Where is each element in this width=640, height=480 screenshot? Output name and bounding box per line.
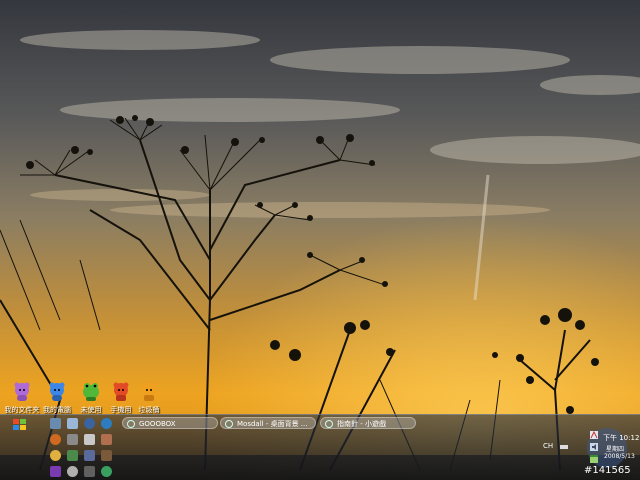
quick-launch-app-icon[interactable] <box>101 466 112 477</box>
quick-launch-app-icon[interactable] <box>50 466 61 477</box>
quick-launch-app-icon[interactable] <box>101 418 112 429</box>
network-icon[interactable] <box>589 430 599 440</box>
browser-icon <box>225 420 233 428</box>
clock-time[interactable]: 下午 10:12 <box>603 433 639 443</box>
quick-launch-app-icon[interactable] <box>67 466 78 477</box>
game-icon <box>325 420 333 428</box>
taskbar-button-browser[interactable]: Mosdall - 桌面背景 ... <box>220 417 316 429</box>
desktop-icon-recycle-bin[interactable]: 垃圾桶 <box>129 382 169 415</box>
quick-launch-app-icon[interactable] <box>101 450 112 461</box>
image-watermark: #141565 <box>584 465 631 476</box>
quick-launch-app-icon[interactable] <box>101 434 112 445</box>
quick-launch-app-icon[interactable] <box>50 434 61 445</box>
clock-weekday: 星期四 <box>606 446 625 453</box>
purple-bear-icon <box>14 382 30 401</box>
quick-launch-app-icon[interactable] <box>50 450 61 461</box>
keyboard-icon[interactable] <box>560 445 568 449</box>
green-frog-icon <box>83 383 99 401</box>
orange-bear-icon <box>141 382 157 401</box>
taskbar-button-label: 指南針 - 小遊戲 <box>337 420 386 428</box>
quick-launch-app-icon[interactable] <box>50 418 61 429</box>
calendar-icon[interactable] <box>589 454 599 464</box>
window-icon <box>127 420 135 428</box>
blue-bear-icon <box>49 382 65 401</box>
quick-launch-app-icon[interactable] <box>84 418 95 429</box>
taskbar-button-game[interactable]: 指南針 - 小遊戲 <box>320 417 416 429</box>
language-indicator[interactable]: CH <box>543 442 553 450</box>
quick-launch-app-icon[interactable] <box>84 450 95 461</box>
quick-launch-app-icon[interactable] <box>84 434 95 445</box>
quick-launch-app-icon[interactable] <box>84 466 95 477</box>
taskbar-button-label: GOOOBOX <box>139 420 176 428</box>
clock-date: 2008/5/13 <box>604 453 635 460</box>
desktop-icon-my-documents[interactable]: 我的文件夹 <box>2 382 42 415</box>
taskbar-button-gooobox[interactable]: GOOOBOX <box>122 417 218 429</box>
quick-launch-app-icon[interactable] <box>67 434 78 445</box>
taskbar-button-label: Mosdall - 桌面背景 ... <box>237 420 308 428</box>
red-bear-icon <box>113 382 129 401</box>
quick-launch-app-icon[interactable] <box>67 418 78 429</box>
quick-launch-app-icon[interactable] <box>67 450 78 461</box>
start-button[interactable] <box>10 418 30 432</box>
volume-icon[interactable] <box>589 442 599 452</box>
